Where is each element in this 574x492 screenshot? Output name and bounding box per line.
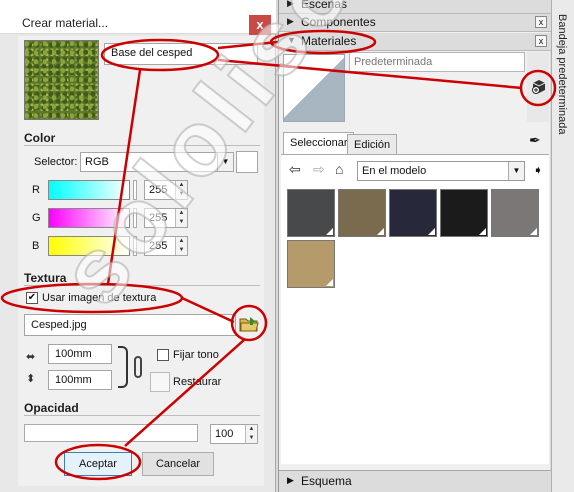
create-material-icon[interactable] [531,78,547,94]
expand-arrow-icon: ▶ [287,16,294,26]
materials-tray: ▶ Escenas ▶ Componentes x ▼ Materiales x… [278,0,551,492]
texture-divider [24,285,260,286]
red-slider-handle[interactable] [133,180,137,200]
details-arrow-icon[interactable]: ➧ [533,163,543,177]
red-value: 255 [149,184,168,196]
close-icon[interactable]: x [535,16,547,28]
opacity-spinner[interactable]: ▲ ▼ [245,425,257,443]
blue-value-input[interactable]: 255 ▲ ▼ [144,236,188,256]
tab-edit[interactable]: Edición [347,134,398,154]
dialog-title: Crear material... [22,16,109,30]
close-icon[interactable]: x [535,35,547,47]
library-dropdown[interactable]: En el modelo ▼ [357,161,525,181]
blue-channel-slider[interactable] [48,236,130,256]
blue-value: 255 [149,240,168,252]
width-arrows-icon: ⬌ [26,351,36,363]
color-divider [24,145,260,146]
tray-header-materials-label: Materiales [301,34,357,48]
selector-label: Selector: [34,156,78,168]
blue-spinner[interactable]: ▲ ▼ [175,237,187,255]
tray-header-outliner-label: Esquema [301,474,352,488]
color-section-title: Color [24,131,56,145]
red-channel-slider[interactable] [48,180,130,200]
material-swatch[interactable] [287,240,335,288]
opacity-value: 100 [215,428,234,440]
texture-preview [24,40,99,120]
material-preview [283,54,345,122]
blue-channel-label: B [32,240,40,252]
opacity-slider[interactable] [24,424,198,442]
green-channel-label: G [32,212,41,224]
color-preview-swatch[interactable] [236,151,258,173]
restore-button[interactable] [150,372,170,392]
material-swatch[interactable] [338,189,386,237]
default-tray-tab[interactable]: Bandeja predeterminada [551,0,574,492]
blue-slider-handle[interactable] [133,236,137,256]
accept-button[interactable]: Aceptar [64,452,132,476]
chain-link-icon[interactable] [134,356,142,378]
select-tab-panel: ⇦ ⇨ ⌂ En el modelo ▼ ➧ [281,154,549,464]
fix-tone-checkbox[interactable] [157,349,169,361]
green-value: 255 [149,212,168,224]
forward-arrow-icon[interactable]: ⇨ [313,161,325,178]
tray-header-components[interactable]: ▶ Componentes x [279,14,551,32]
chevron-down-icon[interactable]: ▼ [508,162,524,180]
opacity-divider [24,415,260,416]
opacity-section-title: Opacidad [24,401,79,415]
color-selector-dropdown[interactable]: RGB ▼ [80,152,234,172]
red-spinner[interactable]: ▲ ▼ [175,181,187,199]
texture-height-input[interactable]: 100mm [48,370,112,390]
restore-label: Restaurar [173,376,222,388]
dialog-titlebar[interactable]: Crear material... x [0,0,276,35]
material-name-field[interactable]: Predeterminada [349,52,525,72]
material-swatch[interactable] [389,189,437,237]
tray-header-outliner[interactable]: ▶ Esquema [279,470,551,492]
material-swatch[interactable] [440,189,488,237]
default-tray-label: Bandeja predeterminada [556,14,568,135]
height-arrows-icon: ⬍ [26,373,36,385]
library-dropdown-value: En el modelo [362,165,427,177]
expand-arrow-icon: ▶ [287,0,294,8]
browse-folder-icon[interactable] [238,314,260,334]
tab-select[interactable]: Seleccionar [283,132,355,154]
texture-file-input[interactable]: Cesped.jpg [24,314,236,336]
create-material-dialog: Crear material... x Base del cesped Colo… [0,0,276,492]
green-spinner[interactable]: ▲ ▼ [175,209,187,227]
use-texture-label[interactable]: Usar imagen de textura [42,292,156,304]
collapse-arrow-icon: ▼ [287,35,296,45]
material-name-input[interactable]: Base del cesped [104,43,258,65]
tray-header-components-label: Componentes [301,15,376,29]
material-swatch[interactable] [287,189,335,237]
eyedropper-icon[interactable]: ✒ [529,132,541,149]
cancel-button[interactable]: Cancelar [142,452,214,476]
back-arrow-icon[interactable]: ⇦ [289,161,301,178]
tray-header-scenes[interactable]: ▶ Escenas [279,0,551,14]
texture-section-title: Textura [24,271,67,285]
green-slider-handle[interactable] [133,208,137,228]
material-swatch[interactable] [491,189,539,237]
texture-width-input[interactable]: 100mm [48,344,112,364]
color-selector-value: RGB [85,156,109,168]
green-value-input[interactable]: 255 ▲ ▼ [144,208,188,228]
fix-tone-label[interactable]: Fijar tono [173,349,219,361]
tray-header-scenes-label: Escenas [301,0,348,11]
green-channel-slider[interactable] [48,208,130,228]
opacity-value-input[interactable]: 100 ▲ ▼ [210,424,258,444]
link-bracket-icon [118,346,128,388]
red-channel-label: R [32,184,40,196]
close-button[interactable]: x [249,15,271,35]
red-value-input[interactable]: 255 ▲ ▼ [144,180,188,200]
tray-header-materials[interactable]: ▼ Materiales x [279,33,551,51]
home-icon[interactable]: ⌂ [335,161,343,177]
expand-arrow-icon: ▶ [287,475,294,485]
use-texture-checkbox[interactable]: ✔ [26,292,38,304]
chevron-down-icon[interactable]: ▼ [217,153,233,171]
